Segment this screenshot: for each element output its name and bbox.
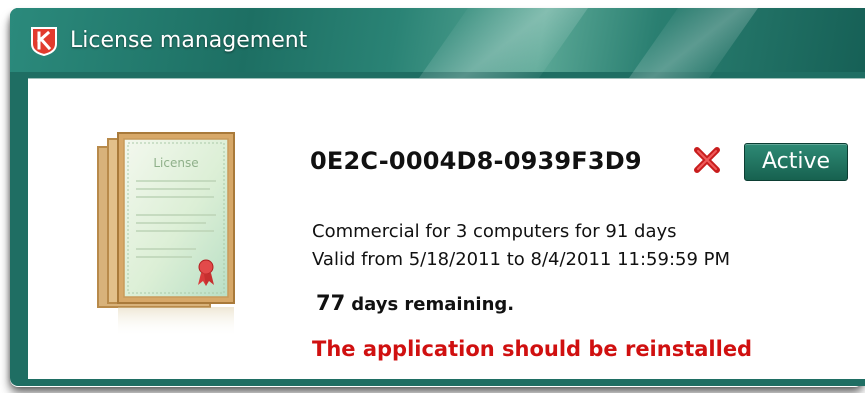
window-title: License management bbox=[70, 28, 308, 53]
license-panel: License 0E2C-0004D8-0939F3D9 Active Comm… bbox=[28, 78, 865, 379]
days-remaining: 77 days remaining. bbox=[316, 291, 514, 315]
license-validity: Valid from 5/18/2011 to 8/4/2011 11:59:5… bbox=[312, 249, 731, 270]
title-bar[interactable]: License management bbox=[10, 8, 865, 108]
license-window: License management License 0E2C-0004D8-0… bbox=[10, 8, 865, 386]
days-remaining-count: 77 bbox=[316, 291, 346, 315]
status-badge: Active bbox=[744, 143, 848, 181]
license-type: Commercial for 3 computers for 91 days bbox=[312, 221, 677, 242]
kaspersky-k-icon bbox=[31, 27, 57, 56]
license-certificate-icon: License bbox=[97, 132, 235, 337]
license-key: 0E2C-0004D8-0939F3D9 bbox=[310, 147, 642, 175]
svg-text:License: License bbox=[153, 156, 198, 170]
reinstall-warning: The application should be reinstalled bbox=[312, 337, 753, 361]
days-remaining-label: days remaining. bbox=[351, 294, 515, 315]
red-x-icon[interactable] bbox=[692, 145, 722, 175]
